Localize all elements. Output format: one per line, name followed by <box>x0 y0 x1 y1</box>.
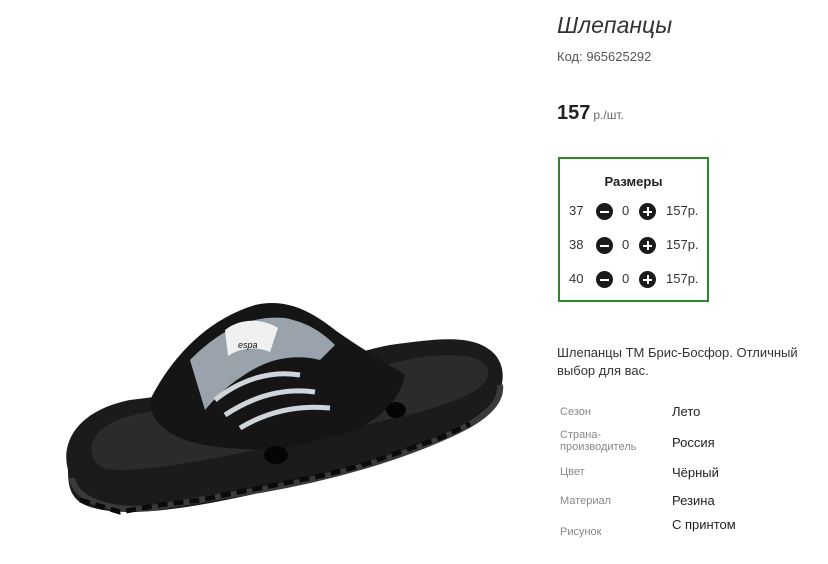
attribute-label: Материал <box>560 495 611 507</box>
product-description: Шлепанцы ТМ Брис-Босфор. Отличный выбор … <box>557 345 798 378</box>
quantity-value: 0 <box>622 237 630 252</box>
size-row: 38 0 157р. <box>560 236 707 256</box>
decrease-quantity-button[interactable] <box>596 203 613 220</box>
attribute-value: Лето <box>672 404 701 419</box>
attribute-value: Чёрный <box>672 465 719 480</box>
product-code: Код: 965625292 <box>557 49 652 64</box>
size-row: 37 0 157р. <box>560 202 707 222</box>
quantity-value: 0 <box>622 203 630 218</box>
product-image: espa <box>0 0 540 564</box>
size-label: 38 <box>569 237 584 252</box>
quantity-value: 0 <box>622 271 630 286</box>
attribute-value: С принтом <box>672 517 736 532</box>
attribute-value: Россия <box>672 435 715 450</box>
decrease-quantity-button[interactable] <box>596 271 613 288</box>
price-value: 157 <box>557 102 591 124</box>
attribute-label: Страна-производитель <box>560 429 637 453</box>
product-title: Шлепанцы <box>557 12 673 38</box>
attribute-label: Цвет <box>560 466 585 478</box>
size-price: 157р. <box>666 271 699 286</box>
size-row: 40 0 157р. <box>560 270 707 290</box>
increase-quantity-button[interactable] <box>639 203 656 220</box>
attribute-label: Сезон <box>560 406 591 418</box>
attribute-value: Резина <box>672 493 715 508</box>
size-price: 157р. <box>666 203 699 218</box>
logo-text: espa <box>238 340 258 350</box>
increase-quantity-button[interactable] <box>639 271 656 288</box>
size-label: 37 <box>569 203 584 218</box>
size-label: 40 <box>569 271 584 286</box>
size-price: 157р. <box>666 237 699 252</box>
increase-quantity-button[interactable] <box>639 237 656 254</box>
decrease-quantity-button[interactable] <box>596 237 613 254</box>
attribute-label: Рисунок <box>560 526 602 538</box>
slipper-illustration: espa <box>66 302 504 515</box>
sizes-title: Размеры <box>604 174 663 189</box>
product-price: 157 р./шт. <box>557 102 624 125</box>
price-unit: р./шт. <box>593 108 624 122</box>
sizes-panel: Размеры 37 0 157р. 38 0 157р. 40 0 157р. <box>558 157 709 302</box>
